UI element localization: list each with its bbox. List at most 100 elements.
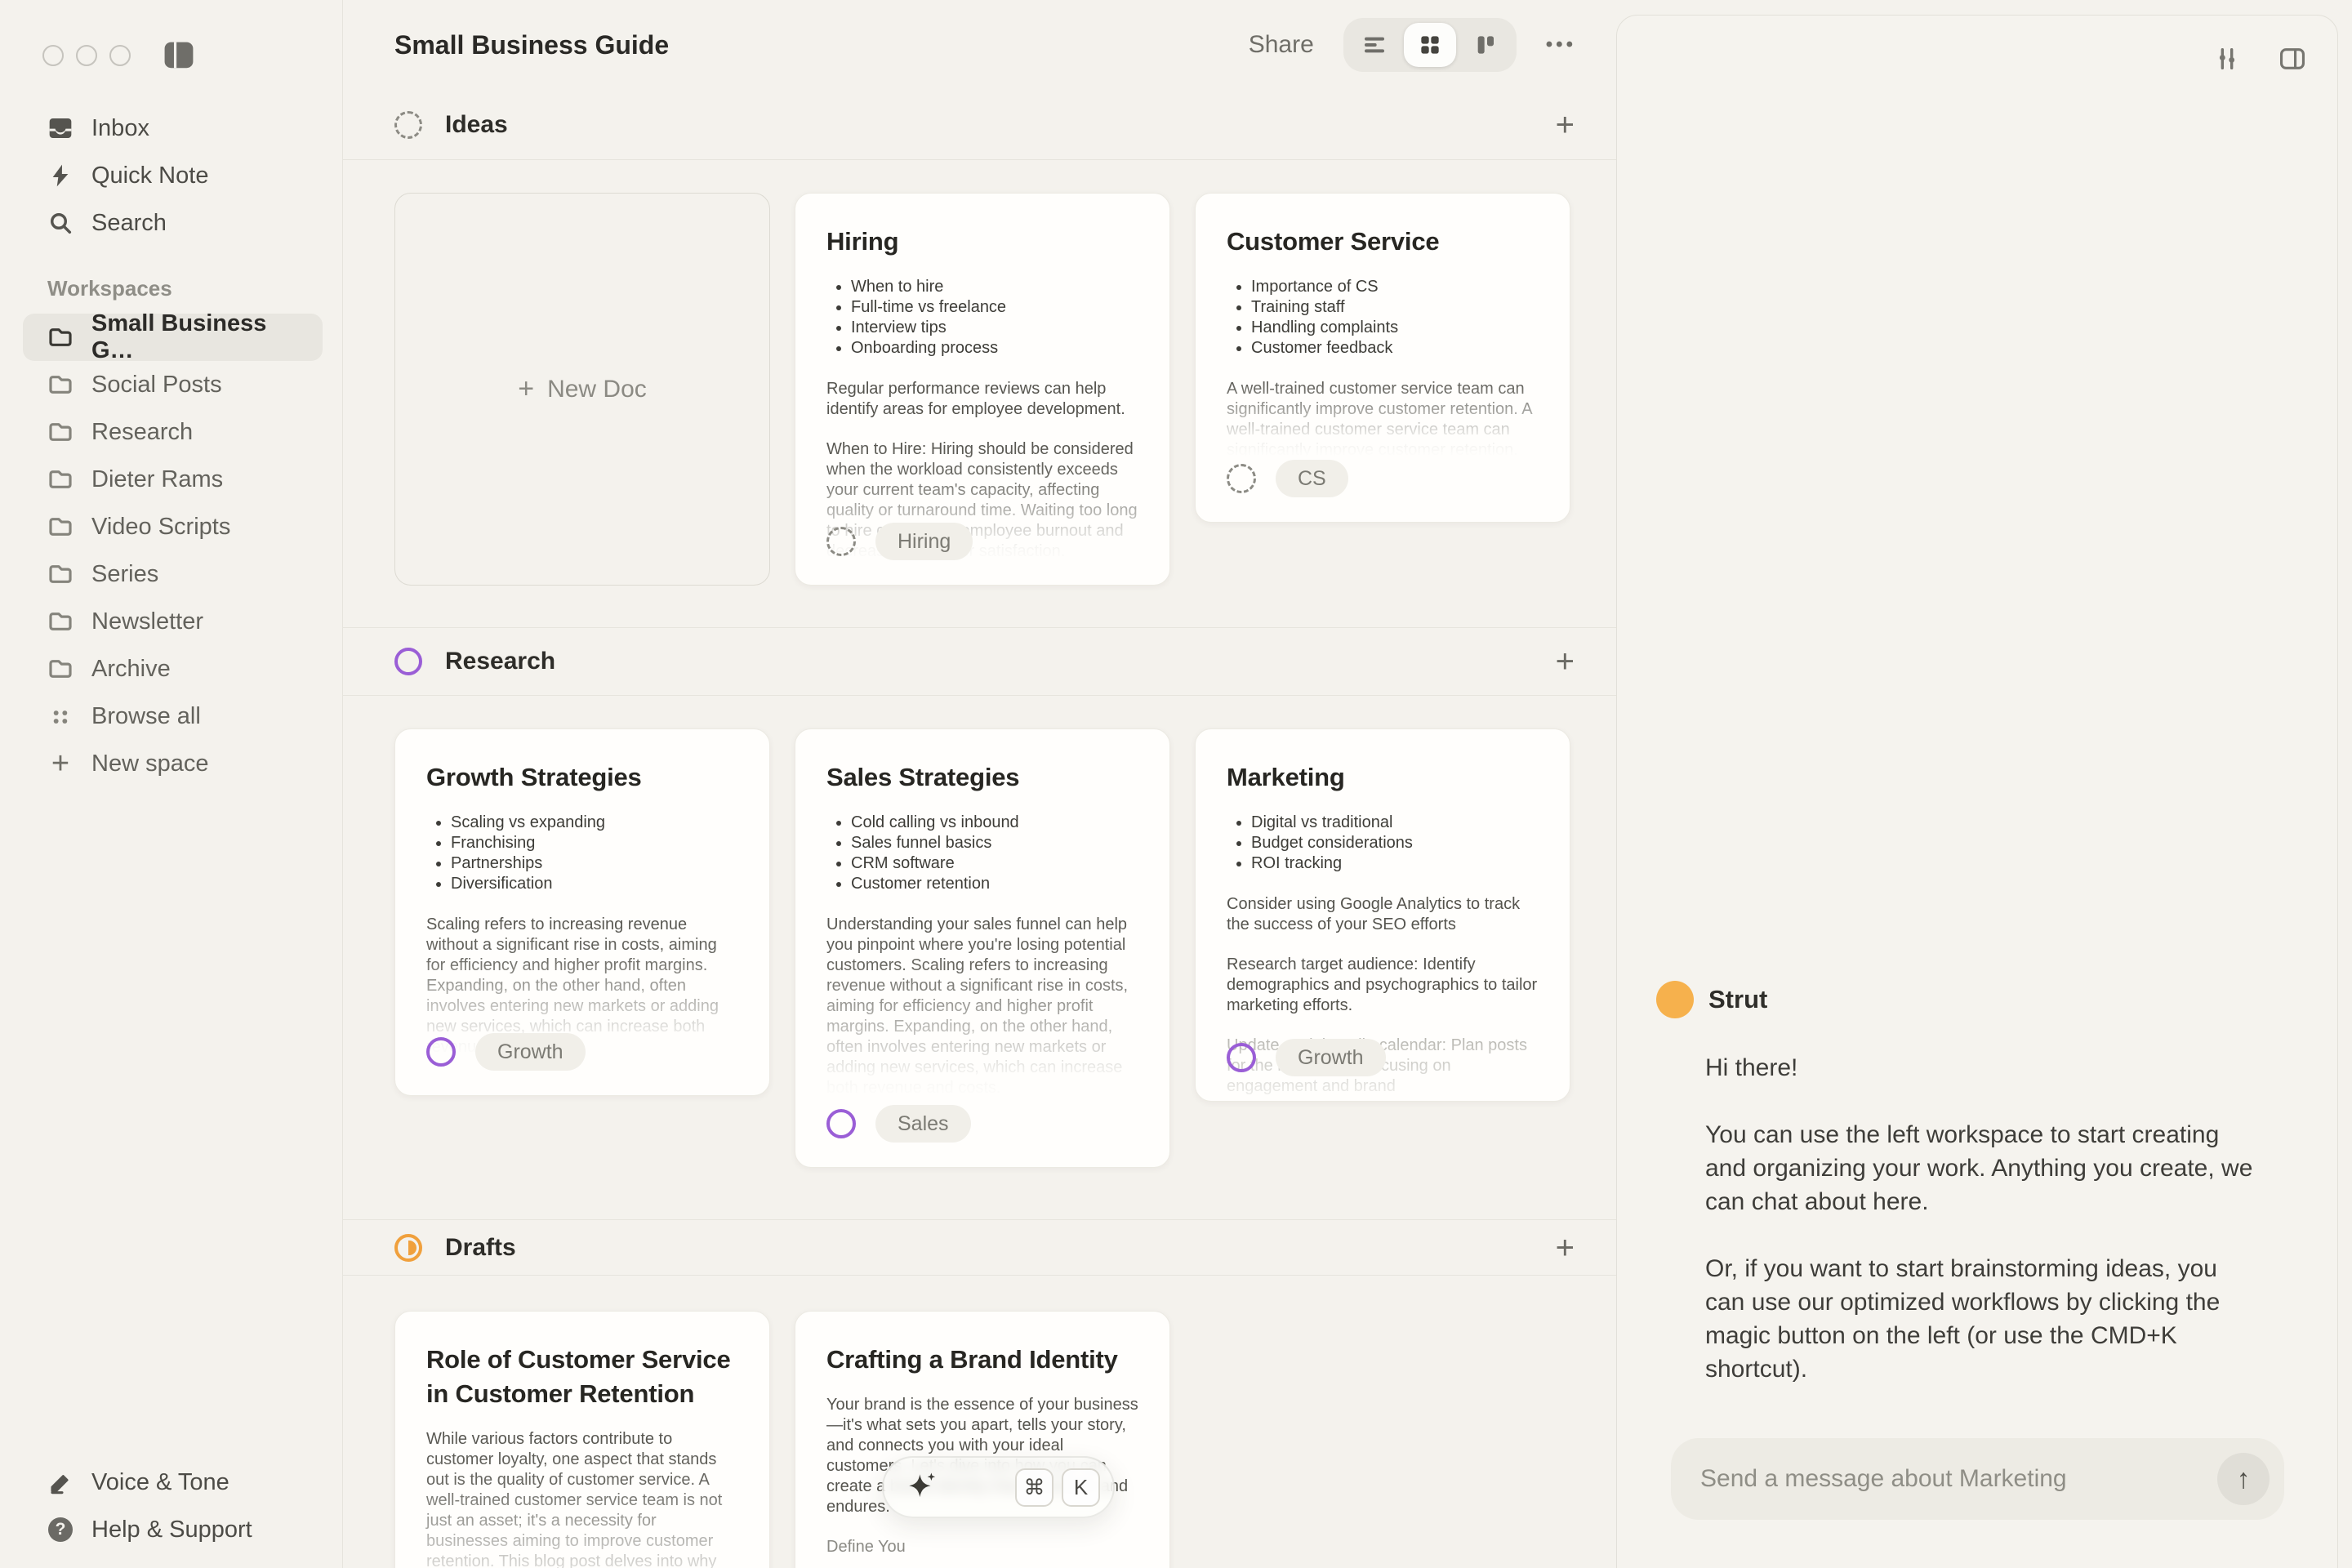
- sidebar-item-label: Search: [91, 210, 167, 237]
- purple-circle-icon: [426, 1037, 456, 1067]
- doc-card-sales-strategies[interactable]: Sales Strategies Cold calling vs inbound…: [795, 728, 1170, 1168]
- drafts-cards-row: Role of Customer Service in Customer Ret…: [343, 1276, 1617, 1568]
- card-paragraph-faded: Understanding your sales funnel can help…: [826, 915, 1138, 1098]
- workspace-item-label: Dieter Rams: [91, 466, 223, 493]
- add-doc-button[interactable]: +: [1556, 1232, 1575, 1264]
- sliders-icon[interactable]: [2213, 45, 2241, 73]
- card-title: Marketing: [1227, 760, 1539, 795]
- sidebar-item-quick-note[interactable]: Quick Note: [0, 152, 342, 199]
- sidebar-item-help-support[interactable]: ? Help & Support: [0, 1506, 342, 1553]
- card-title: Sales Strategies: [826, 760, 1138, 795]
- workspace-item-archive[interactable]: Archive: [0, 645, 342, 693]
- pencil-icon: [47, 1469, 74, 1495]
- workspace-item-small-business-guide[interactable]: Small Business G…: [23, 314, 323, 361]
- card-paragraph: Consider using Google Analytics to track…: [1227, 894, 1539, 935]
- sidebar-nav: Inbox Quick Note Search: [0, 105, 342, 247]
- sidebar-item-search[interactable]: Search: [0, 199, 342, 247]
- dots-grid-icon: [47, 703, 74, 729]
- grid-view-button[interactable]: [1404, 23, 1456, 67]
- card-bullets: Digital vs traditional Budget considerat…: [1227, 813, 1539, 873]
- section-title: Drafts: [445, 1234, 516, 1262]
- sidebar-item-label: Inbox: [91, 115, 149, 142]
- chat-message: Hi there! You can use the left workspace…: [1705, 1051, 2256, 1386]
- card-footer: Hiring: [826, 523, 973, 560]
- doc-card-crafting-brand-identity[interactable]: Crafting a Brand Identity Your brand is …: [795, 1311, 1170, 1568]
- card-title: Hiring: [826, 225, 1138, 259]
- lightning-icon: [47, 163, 74, 189]
- card-paragraph: Regular performance reviews can help ide…: [826, 379, 1138, 420]
- workspace-item-newsletter[interactable]: Newsletter: [0, 598, 342, 645]
- board-view-button[interactable]: [1459, 23, 1512, 67]
- card-title: Crafting a Brand Identity: [826, 1343, 1138, 1377]
- panel-toggle-icon[interactable]: [2278, 45, 2306, 73]
- window-zoom-button[interactable]: [109, 45, 131, 66]
- new-doc-card[interactable]: + New Doc: [394, 193, 770, 586]
- send-arrow-icon: ↑: [2237, 1463, 2251, 1495]
- workspace-item-research[interactable]: Research: [0, 408, 342, 456]
- inbox-icon: [47, 115, 74, 141]
- workspace-item-series[interactable]: Series: [0, 550, 342, 598]
- sidebar: Inbox Quick Note Search Workspaces Small…: [0, 0, 343, 1568]
- card-bullets: When to hire Full-time vs freelance Inte…: [826, 277, 1138, 358]
- purple-circle-icon: [826, 1109, 856, 1138]
- chat-thread: Strut Hi there! You can use the left wor…: [1656, 981, 2288, 1419]
- purple-circle-icon: [394, 648, 422, 675]
- doc-card-role-of-customer-service[interactable]: Role of Customer Service in Customer Ret…: [394, 1311, 770, 1568]
- workspace-item-dieter-rams[interactable]: Dieter Rams: [0, 456, 342, 503]
- sidebar-item-new-space[interactable]: + New space: [0, 740, 342, 787]
- research-cards-row: Growth Strategies Scaling vs expanding F…: [343, 696, 1617, 1220]
- ideas-cards-row: + New Doc Hiring When to hire Full-time …: [343, 160, 1617, 628]
- workspace-item-label: Research: [91, 419, 193, 446]
- sidebar-item-voice-tone[interactable]: Voice & Tone: [0, 1459, 342, 1506]
- magic-command-button[interactable]: ⌘ K: [882, 1456, 1115, 1518]
- sidebar-item-label: Browse all: [91, 703, 201, 730]
- workspace-header: Small Business Guide Share •••: [343, 0, 1617, 90]
- card-paragraph: Define You: [826, 1537, 1138, 1557]
- folder-icon: [47, 608, 74, 635]
- card-bullets: Cold calling vs inbound Sales funnel bas…: [826, 813, 1138, 893]
- new-doc-label: New Doc: [547, 376, 647, 403]
- card-footer: CS: [1227, 460, 1348, 497]
- sidebar-toggle-icon[interactable]: [163, 41, 194, 69]
- share-button[interactable]: Share: [1249, 31, 1314, 59]
- folder-icon: [47, 466, 74, 492]
- cmd-keycap: ⌘: [1015, 1468, 1054, 1507]
- sidebar-item-label: Help & Support: [91, 1517, 252, 1544]
- workspace-item-video-scripts[interactable]: Video Scripts: [0, 503, 342, 550]
- section-header-drafts: Drafts +: [343, 1220, 1617, 1276]
- doc-card-marketing[interactable]: Marketing Digital vs traditional Budget …: [1195, 728, 1570, 1102]
- section-header-ideas: Ideas +: [343, 90, 1617, 160]
- sidebar-item-inbox[interactable]: Inbox: [0, 105, 342, 152]
- window-minimize-button[interactable]: [76, 45, 97, 66]
- add-doc-button[interactable]: +: [1556, 109, 1575, 141]
- more-menu-button[interactable]: •••: [1546, 33, 1576, 56]
- assistant-name: Strut: [1708, 985, 1767, 1014]
- tag-badge: Growth: [1276, 1039, 1386, 1076]
- card-paragraph-faded: While various factors contribute to cust…: [426, 1429, 738, 1568]
- list-view-icon: [1361, 32, 1388, 58]
- send-button[interactable]: ↑: [2217, 1453, 2270, 1505]
- list-view-button[interactable]: [1348, 23, 1401, 67]
- chat-paragraph: Hi there!: [1705, 1051, 2256, 1085]
- add-doc-button[interactable]: +: [1556, 645, 1575, 678]
- sidebar-item-label: Voice & Tone: [91, 1469, 229, 1496]
- doc-card-hiring[interactable]: Hiring When to hire Full-time vs freelan…: [795, 193, 1170, 586]
- tag-badge: Sales: [875, 1105, 971, 1143]
- dashed-circle-icon: [826, 527, 856, 556]
- doc-card-customer-service[interactable]: Customer Service Importance of CS Traini…: [1195, 193, 1570, 523]
- sidebar-item-label: Quick Note: [91, 163, 208, 189]
- window-controls: [42, 45, 131, 66]
- app-window: Inbox Quick Note Search Workspaces Small…: [0, 0, 2352, 1568]
- window-close-button[interactable]: [42, 45, 64, 66]
- sidebar-item-browse-all[interactable]: Browse all: [0, 693, 342, 740]
- tag-badge: Growth: [475, 1033, 586, 1071]
- workspace-item-label: Video Scripts: [91, 514, 230, 541]
- workspaces-list: Small Business G… Social Posts Research …: [0, 314, 342, 787]
- doc-card-growth-strategies[interactable]: Growth Strategies Scaling vs expanding F…: [394, 728, 770, 1096]
- chat-message-input[interactable]: [1700, 1465, 2217, 1493]
- assistant-avatar: [1656, 981, 1694, 1018]
- folder-icon: [47, 419, 74, 445]
- workspace-item-social-posts[interactable]: Social Posts: [0, 361, 342, 408]
- workspaces-heading: Workspaces: [47, 276, 172, 301]
- sparkle-icon: [905, 1470, 939, 1504]
